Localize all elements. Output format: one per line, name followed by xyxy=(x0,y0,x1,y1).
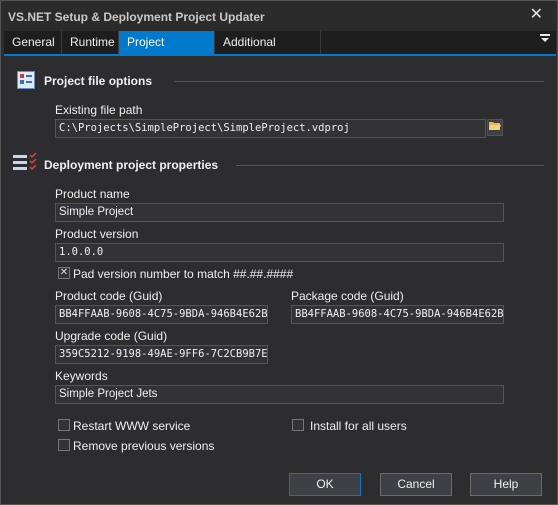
product-version-input[interactable]: 1.0.0.0 xyxy=(55,243,504,262)
window-title: VS.NET Setup & Deployment Project Update… xyxy=(8,10,265,24)
tab-general[interactable]: General xyxy=(4,31,62,54)
project-file-header: Project file options xyxy=(44,74,153,88)
install-all-users-checkbox[interactable] xyxy=(292,419,304,431)
dialog-window: VS.NET Setup & Deployment Project Update… xyxy=(0,0,558,505)
title-bar: VS.NET Setup & Deployment Project Update… xyxy=(1,1,557,31)
package-code-label: Package code (Guid) xyxy=(291,289,404,303)
restart-www-checkbox[interactable] xyxy=(58,419,70,431)
install-all-users-label: Install for all users xyxy=(310,419,407,433)
pad-version-checkbox[interactable]: ✕ xyxy=(58,267,70,279)
tab-content: Project file options Existing file path … xyxy=(4,54,556,503)
deployment-header: Deployment project properties xyxy=(44,158,219,172)
remove-previous-label: Remove previous versions xyxy=(73,439,215,453)
help-button[interactable]: Help xyxy=(470,473,542,496)
product-version-label: Product version xyxy=(55,227,139,241)
tab-bar: General Runtime Project Options Addition… xyxy=(4,31,556,72)
tab-runtime[interactable]: Runtime xyxy=(62,31,119,54)
remove-previous-checkbox[interactable] xyxy=(58,439,70,451)
product-name-label: Product name xyxy=(55,187,130,201)
tab-menu-icon[interactable] xyxy=(540,33,550,45)
product-code-input[interactable]: BB4FFAAB-9608-4C75-9BDA-946B4E62B0F xyxy=(55,305,268,324)
pad-version-label: Pad version number to match ##.##.#### xyxy=(73,267,294,281)
tab-additional-options[interactable]: Additional Options xyxy=(215,31,321,72)
cancel-button[interactable]: Cancel xyxy=(380,473,452,496)
file-path-label: Existing file path xyxy=(55,103,143,117)
restart-www-label: Restart WWW service xyxy=(73,419,191,433)
product-code-label: Product code (Guid) xyxy=(55,289,163,303)
deployment-properties-icon xyxy=(13,152,39,176)
section-divider xyxy=(236,165,544,166)
close-icon[interactable]: ✕ xyxy=(530,7,543,23)
upgrade-code-input[interactable]: 359C5212-9198-49AE-9FF6-7C2CB9B7E1D xyxy=(55,345,268,364)
section-divider xyxy=(174,81,544,82)
folder-open-icon[interactable] xyxy=(487,119,503,136)
ok-button[interactable]: OK xyxy=(289,473,361,496)
keywords-input[interactable]: Simple Project Jets xyxy=(55,385,504,404)
keywords-label: Keywords xyxy=(55,369,108,383)
upgrade-code-label: Upgrade code (Guid) xyxy=(55,329,168,343)
tab-project-options[interactable]: Project Options xyxy=(119,31,215,72)
package-code-input[interactable]: BB4FFAAB-9608-4C75-9BDA-946B4E62B0F xyxy=(291,305,504,324)
product-name-input[interactable]: Simple Project xyxy=(55,203,504,222)
project-file-icon xyxy=(17,71,35,92)
file-path-input[interactable]: C:\Projects\SimpleProject\SimpleProject.… xyxy=(55,119,486,138)
